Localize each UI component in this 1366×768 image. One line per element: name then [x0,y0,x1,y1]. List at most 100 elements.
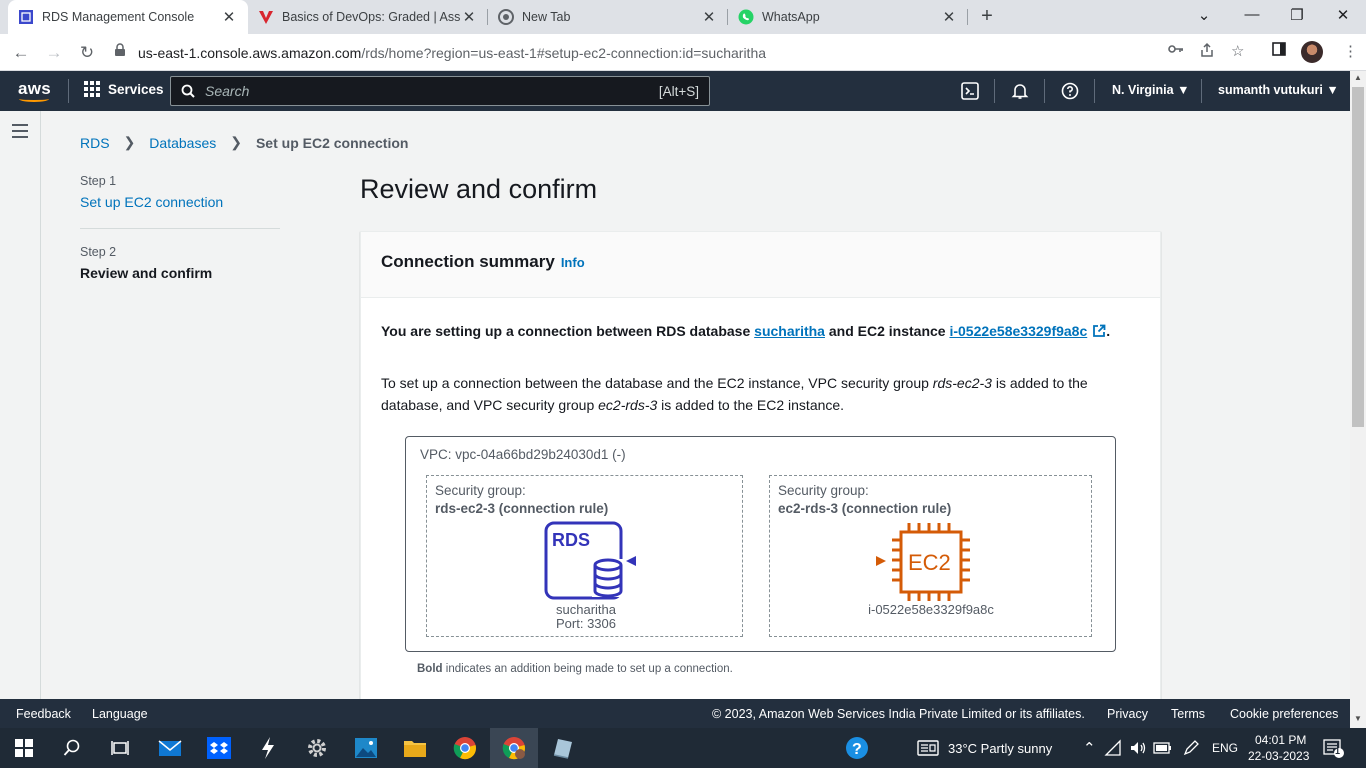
back-icon[interactable]: ← [10,42,32,64]
chrome-menu-icon[interactable]: ⋮ [1343,42,1358,60]
privacy-link[interactable]: Privacy [1107,707,1148,721]
windows-start-icon[interactable] [12,736,36,760]
task-view-icon[interactable] [108,736,132,760]
notifications-bell-icon[interactable] [1010,81,1030,101]
services-menu-button[interactable]: Services [84,81,164,97]
chevron-right-icon: ❯ [123,134,136,150]
vpc-diagram: VPC: vpc-04a66bd29b24030d1 (-) Security … [405,436,1116,652]
page-title: Review and confirm [360,174,598,204]
side-panel-icon[interactable] [1272,42,1286,60]
file-explorer-icon[interactable] [403,736,427,760]
volume-icon[interactable] [1126,736,1150,760]
chevron-right-icon: ❯ [230,134,242,150]
photos-icon[interactable] [354,736,378,760]
terms-link[interactable]: Terms [1171,707,1205,721]
connection-description: You are setting up a connection between … [381,320,1140,344]
connection-arrow-icon [626,556,886,566]
input-language[interactable]: ENG [1212,741,1238,755]
breadcrumb-databases-link[interactable]: Databases [149,135,216,151]
tab-whatsapp[interactable]: WhatsApp ✕ [728,0,968,34]
copyright-text: © 2023, Amazon Web Services India Privat… [712,707,1085,721]
clock[interactable]: 04:01 PM 22-03-2023 [1248,732,1309,764]
profile-avatar[interactable] [1301,41,1323,63]
restore-button[interactable]: ❐ [1285,6,1309,24]
cookie-preferences-link[interactable]: Cookie preferences [1230,707,1338,721]
key-icon[interactable] [1168,42,1184,60]
weather-icon[interactable] [916,736,940,760]
notes-app-icon[interactable] [550,736,574,760]
security-group-description: To set up a connection between the datab… [381,375,1088,413]
language-link[interactable]: Language [92,707,148,721]
tab-devops-assessment[interactable]: Basics of DevOps: Graded | Asse ✕ [248,0,488,34]
browser-toolbar: ← → ↻ us-east-1.console.aws.amazon.com/r… [0,34,1366,71]
network-icon[interactable] [1101,736,1125,760]
settings-gear-icon[interactable] [305,736,329,760]
caret-down-icon: ▼ [1326,83,1339,97]
page-scrollbar[interactable]: ▲ ▼ [1350,71,1366,728]
forward-icon[interactable]: → [43,42,65,64]
external-link-icon[interactable] [1092,322,1106,344]
panel-title: Connection summary [381,252,555,271]
svg-text:?: ? [852,741,862,758]
mail-icon[interactable] [158,736,182,760]
breadcrumb-current: Set up EC2 connection [255,134,409,151]
chrome-icon[interactable] [453,736,477,760]
tab-new-tab[interactable]: New Tab ✕ [488,0,728,34]
help-icon[interactable]: ? [845,736,869,760]
step-1-link[interactable]: Set up EC2 connection [80,194,280,210]
tab-rds-management-console[interactable]: RDS Management Console ✕ [8,0,248,34]
battery-icon[interactable] [1151,736,1175,760]
notification-count: 1 [1335,746,1341,756]
account-menu[interactable]: sumanth vutukuri ▼ [1218,83,1339,97]
ec2-instance-link[interactable]: i-0522e58e3329f9a8c [949,323,1087,339]
browser-tab-strip: RDS Management Console ✕ Basics of DevOp… [0,0,1366,34]
help-icon[interactable] [1060,81,1080,101]
scrollbar-thumb[interactable] [1352,87,1364,427]
side-navigation-menu-icon[interactable] [12,124,28,138]
breadcrumb-rds-link[interactable]: RDS [80,135,110,151]
reload-icon[interactable]: ↻ [76,42,98,64]
tab-search-chevron-icon[interactable]: ⌄ [1192,6,1216,24]
chrome-profile-icon[interactable] [502,736,526,760]
search-icon[interactable] [60,736,84,760]
database-link[interactable]: sucharitha [754,323,825,339]
search-icon [181,84,195,98]
bookmark-star-icon[interactable]: ☆ [1231,42,1244,60]
close-tab-icon[interactable]: ✕ [220,8,238,26]
notification-center-icon[interactable]: 1 [1322,736,1346,760]
ec2-resource-label: i-0522e58e3329f9a8c [868,602,994,617]
dropbox-icon[interactable] [207,736,231,760]
lock-icon[interactable] [114,43,126,62]
new-tab-button[interactable]: + [976,5,998,27]
whatsapp-favicon [738,9,754,25]
rds-database-icon: RDS [544,521,624,600]
chrome-favicon [498,9,514,25]
console-footer: Feedback Language © 2023, Amazon Web Ser… [0,699,1350,728]
side-divider [40,111,41,699]
step-2-number: Step 2 [80,245,117,259]
tray-chevron-up-icon[interactable]: ⌃ [1083,739,1096,757]
close-tab-icon[interactable]: ✕ [940,8,958,26]
region-selector[interactable]: N. Virginia ▼ [1112,83,1189,97]
share-icon[interactable] [1199,42,1215,62]
search-input[interactable]: Search [Alt+S] [170,76,710,106]
vpc-label: VPC: vpc-04a66bd29b24030d1 (-) [420,447,626,462]
wizard-steps: Step 1 Set up EC2 connection Step 2 Revi… [80,174,280,281]
weather-text[interactable]: 33°C Partly sunny [948,741,1052,756]
feedback-link[interactable]: Feedback [16,707,71,721]
close-tab-icon[interactable]: ✕ [460,8,478,26]
close-window-button[interactable]: ✕ [1331,6,1355,24]
cloudshell-icon[interactable] [960,81,980,101]
info-link[interactable]: Info [561,255,585,270]
aws-logo[interactable]: aws [18,79,51,102]
pen-icon[interactable] [1179,736,1203,760]
minimize-button[interactable]: — [1240,6,1264,23]
scroll-up-arrow-icon[interactable]: ▲ [1350,71,1366,85]
scroll-down-arrow-icon[interactable]: ▼ [1350,712,1366,726]
ec2-chip-icon: EC2 [892,523,970,601]
address-bar[interactable]: us-east-1.console.aws.amazon.com/rds/hom… [108,38,1258,67]
breadcrumb: RDS ❯ Databases ❯ Set up EC2 connection [80,134,408,151]
app-lightning-icon[interactable] [256,736,280,760]
close-tab-icon[interactable]: ✕ [700,8,718,26]
rds-resource-label: sucharitha Port: 3306 [556,602,616,631]
